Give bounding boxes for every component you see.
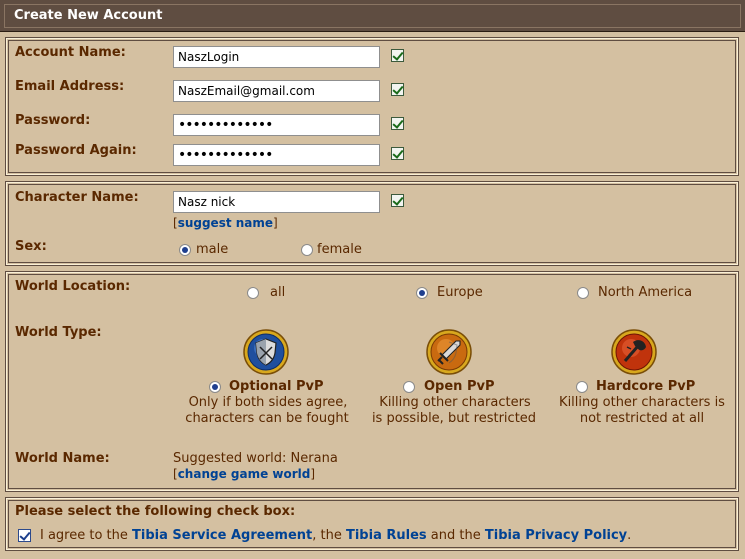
account-name-valid-icon bbox=[391, 49, 404, 62]
open-pvp-title: Open PvP bbox=[424, 379, 495, 394]
suggest-name-link[interactable]: suggest name bbox=[178, 216, 273, 230]
character-name-valid-icon bbox=[391, 194, 404, 207]
world-name-label: World Name: bbox=[15, 451, 110, 466]
hardcore-pvp-desc-1: Killing other characters is bbox=[559, 395, 725, 410]
sex-male-label: male bbox=[196, 242, 229, 257]
character-section: Character Name: Nasz nick [suggest name]… bbox=[5, 181, 739, 266]
email-valid-icon bbox=[391, 83, 404, 96]
email-input[interactable]: NaszEmail@gmail.com bbox=[173, 80, 380, 102]
sex-male-radio[interactable] bbox=[179, 244, 191, 256]
change-game-world: [change game world] bbox=[173, 467, 316, 481]
optional-pvp-desc-2: characters can be fought bbox=[185, 411, 349, 426]
open-pvp-desc-2: is possible, but restricted bbox=[371, 411, 537, 426]
password-again-valid-icon bbox=[391, 147, 404, 160]
optional-pvp-title: Optional PvP bbox=[229, 379, 324, 394]
privacy-policy-link[interactable]: Tibia Privacy Policy bbox=[485, 528, 627, 543]
location-all-radio[interactable] bbox=[247, 287, 259, 299]
character-name-input[interactable]: Nasz nick bbox=[173, 191, 380, 213]
character-name-label: Character Name: bbox=[15, 190, 139, 205]
password-label: Password: bbox=[15, 113, 91, 128]
world-location-label: World Location: bbox=[15, 279, 131, 294]
location-europe-label: Europe bbox=[437, 285, 483, 300]
password-input[interactable]: ••••••••••••• bbox=[173, 114, 380, 136]
sex-female-radio[interactable] bbox=[301, 244, 313, 256]
world-type-label: World Type: bbox=[15, 325, 102, 340]
password-valid-icon bbox=[391, 117, 404, 130]
form-header: Create New Account bbox=[0, 0, 745, 32]
agreement-checkbox[interactable] bbox=[18, 529, 31, 542]
location-all-label: all bbox=[270, 285, 286, 300]
account-section: Account Name: NaszLogin Email Address: N… bbox=[5, 37, 739, 176]
hardcore-pvp-axe-icon bbox=[611, 329, 657, 375]
sex-female-label: female bbox=[317, 242, 362, 257]
location-north-america-radio[interactable] bbox=[577, 287, 589, 299]
open-pvp-desc-1: Killing other characters bbox=[379, 395, 531, 410]
agreement-heading: Please select the following check box: bbox=[15, 504, 296, 519]
hardcore-pvp-desc-2: not restricted at all bbox=[579, 411, 705, 426]
open-pvp-sword-icon bbox=[426, 329, 472, 375]
suggest-name: [suggest name] bbox=[173, 216, 278, 230]
account-name-label: Account Name: bbox=[15, 45, 126, 60]
world-type-hardcore-pvp-radio[interactable] bbox=[576, 381, 588, 393]
service-agreement-link[interactable]: Tibia Service Agreement bbox=[132, 528, 312, 543]
sex-label: Sex: bbox=[15, 239, 47, 254]
world-type-open-pvp-radio[interactable] bbox=[403, 381, 415, 393]
email-label: Email Address: bbox=[15, 79, 125, 94]
form-title: Create New Account bbox=[14, 8, 163, 23]
world-type-optional-pvp-radio[interactable] bbox=[209, 381, 221, 393]
change-game-world-link[interactable]: change game world bbox=[178, 467, 311, 481]
password-again-input[interactable]: ••••••••••••• bbox=[173, 144, 380, 166]
location-europe-radio[interactable] bbox=[416, 287, 428, 299]
account-name-input[interactable]: NaszLogin bbox=[173, 46, 380, 68]
optional-pvp-shield-icon bbox=[243, 329, 289, 375]
location-north-america-label: North America bbox=[598, 285, 693, 300]
world-section: World Location: all Europe North America… bbox=[5, 271, 739, 492]
hardcore-pvp-title: Hardcore PvP bbox=[596, 379, 696, 394]
agreement-text: I agree to the Tibia Service Agreement, … bbox=[40, 528, 632, 543]
tibia-rules-link[interactable]: Tibia Rules bbox=[346, 528, 427, 543]
agreement-section: Please select the following check box: I… bbox=[5, 497, 739, 551]
suggested-world-text: Suggested world: Nerana bbox=[173, 451, 338, 466]
optional-pvp-desc-1: Only if both sides agree, bbox=[188, 395, 348, 410]
password-again-label: Password Again: bbox=[15, 143, 137, 158]
